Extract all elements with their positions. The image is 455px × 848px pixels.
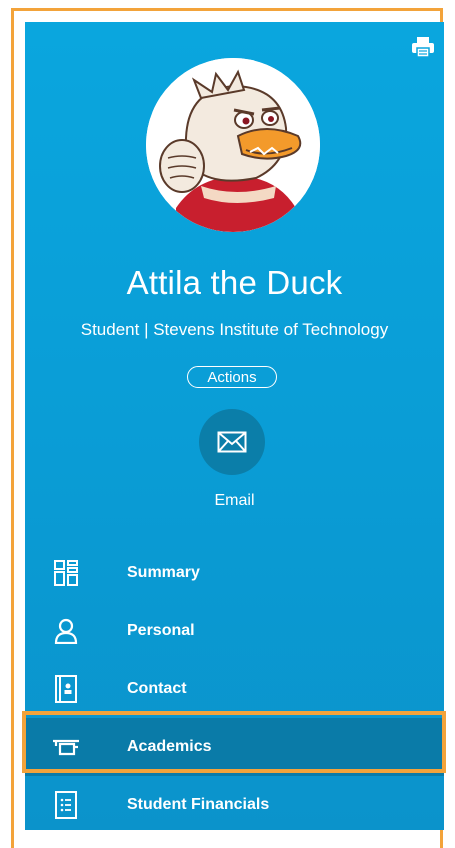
nav-item-label: Summary <box>127 564 200 581</box>
profile-name: Attila the Duck <box>126 264 343 301</box>
financials-list-icon <box>52 791 80 819</box>
graduation-cap-icon <box>52 733 80 761</box>
summary-grid-icon <box>52 559 80 587</box>
profile-subtitle: Student | Stevens Institute of Technolog… <box>80 320 389 339</box>
nav-item-student-financials[interactable]: Student Financials <box>25 776 444 830</box>
actions-button[interactable]: Actions <box>187 366 277 388</box>
nav-item-label: Student Financials <box>127 796 270 813</box>
nav-item-label: Academics <box>127 738 212 755</box>
duck-mascot-image <box>146 58 320 232</box>
nav-item-label: Contact <box>127 680 187 697</box>
nav-item-summary[interactable]: Summary <box>25 544 444 602</box>
email-button[interactable] <box>199 409 265 475</box>
person-icon <box>52 617 80 645</box>
envelope-icon <box>217 431 247 453</box>
profile-nav: Summary Personal Contact Academics Stude… <box>25 544 444 830</box>
print-button[interactable] <box>410 34 436 60</box>
nav-item-contact[interactable]: Contact <box>25 660 444 718</box>
email-label: Email <box>214 492 255 509</box>
avatar <box>146 58 320 232</box>
contact-book-icon <box>52 675 80 703</box>
nav-item-label: Personal <box>127 622 195 639</box>
print-icon <box>412 37 434 58</box>
nav-item-personal[interactable]: Personal <box>25 602 444 660</box>
nav-item-academics[interactable]: Academics <box>25 718 444 776</box>
profile-panel: Attila the Duck Student | Stevens Instit… <box>25 22 444 830</box>
